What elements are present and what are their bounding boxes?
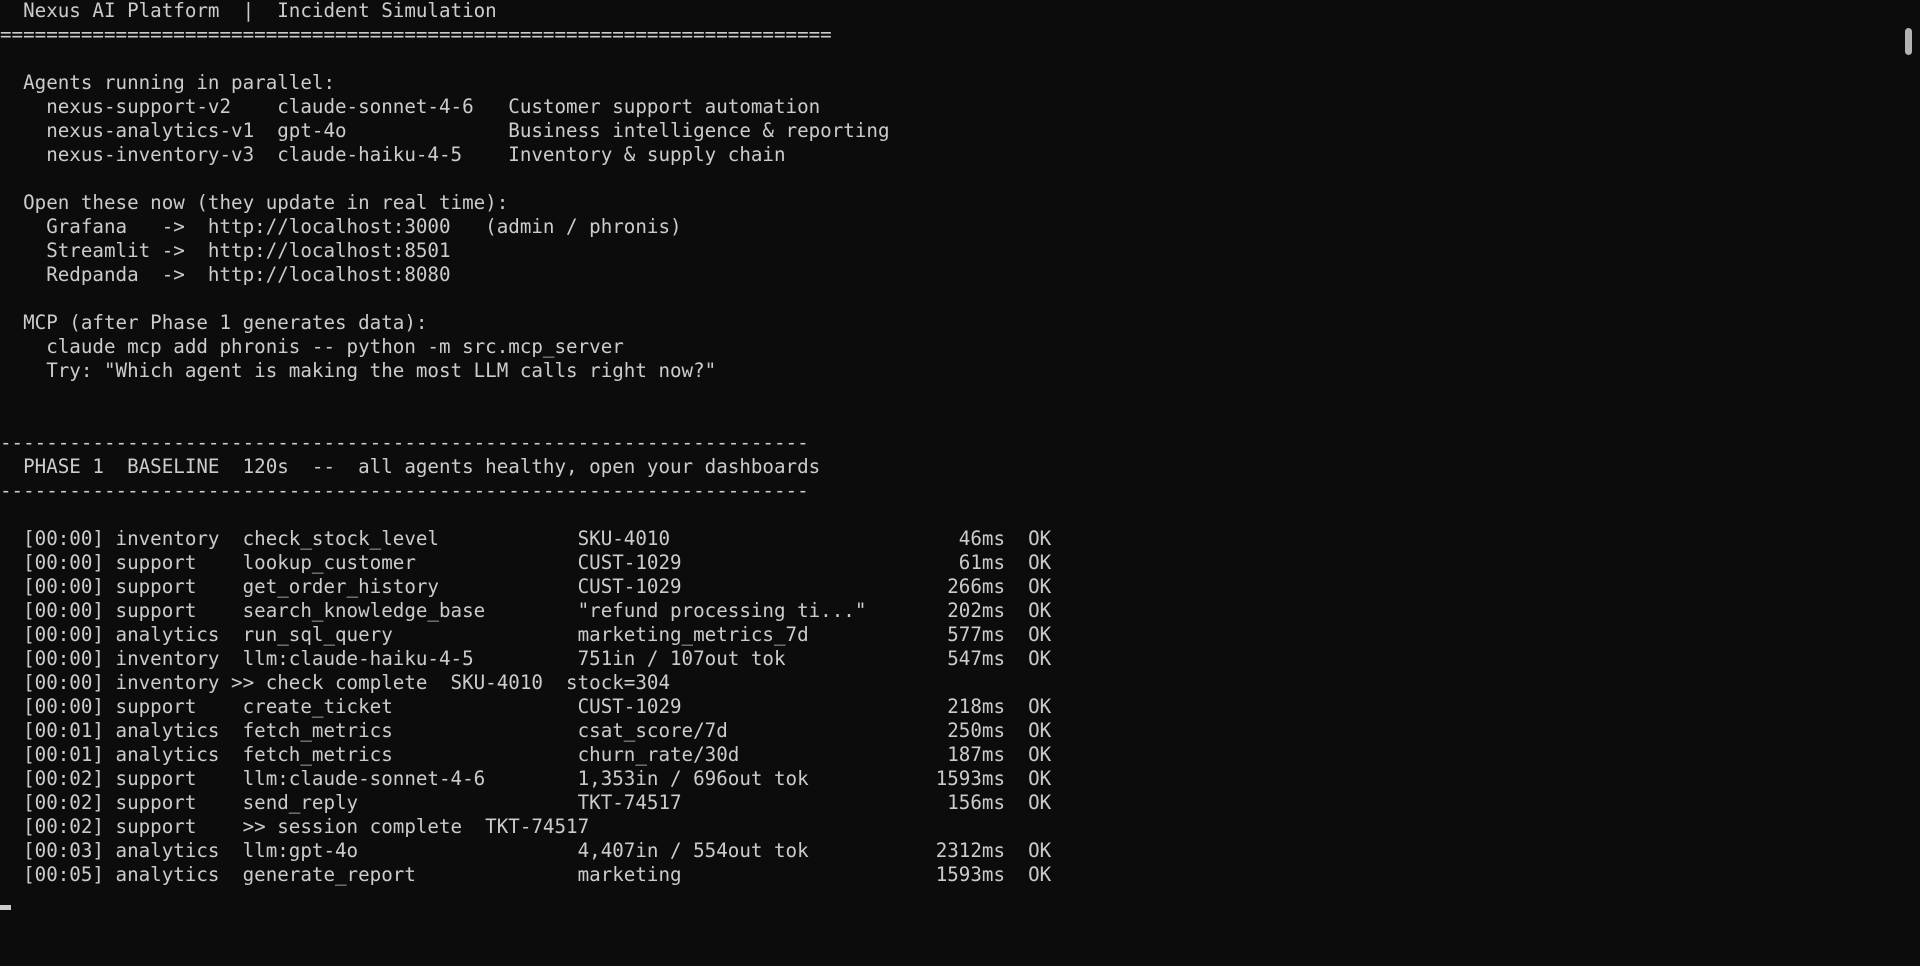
log-line: [00:00] inventory llm:claude-haiku-4-5 7… (0, 647, 1052, 670)
log-line: [00:00] support get_order_history CUST-1… (0, 575, 1052, 598)
log-line: [00:02] support >> session complete TKT-… (0, 815, 590, 838)
terminal-line-redpanda-url: Redpanda -> http://localhost:8080 (0, 263, 451, 286)
log-line: [00:02] support llm:claude-sonnet-4-6 1,… (0, 767, 1052, 790)
terminal-line-agents-heading: Agents running in parallel: (0, 71, 336, 94)
terminal-line-phase-separator: ----------------------------------------… (0, 479, 809, 502)
terminal-line-agent-analytics: nexus-analytics-v1 gpt-4o Business intel… (0, 119, 890, 142)
terminal-line-streamlit-url: Streamlit -> http://localhost:8501 (0, 239, 451, 262)
log-line: [00:00] support lookup_customer CUST-102… (0, 551, 1052, 574)
log-line: [00:02] support send_reply TKT-74517 156… (0, 791, 1052, 814)
text-cursor (0, 905, 11, 910)
terminal-line-phase-title: PHASE 1 BASELINE 120s -- all agents heal… (0, 455, 821, 478)
terminal-line-grafana-url: Grafana -> http://localhost:3000 (admin … (0, 215, 682, 238)
terminal-line-separator: ========================================… (0, 23, 832, 46)
log-line: [00:00] support create_ticket CUST-1029 … (0, 695, 1052, 718)
log-line: [00:00] inventory >> check complete SKU-… (0, 671, 671, 694)
log-line: [00:00] inventory check_stock_level SKU-… (0, 527, 1052, 550)
terminal-line-title: Nexus AI Platform | Incident Simulation (0, 0, 497, 22)
terminal-line-agent-support: nexus-support-v2 claude-sonnet-4-6 Custo… (0, 95, 821, 118)
terminal-line-mcp-heading: MCP (after Phase 1 generates data): (0, 311, 428, 334)
log-line: [00:00] analytics run_sql_query marketin… (0, 623, 1052, 646)
scrollbar-thumb[interactable] (1905, 28, 1912, 55)
vertical-scrollbar[interactable] (1894, 0, 1920, 966)
terminal-line-mcp-try: Try: "Which agent is making the most LLM… (0, 359, 717, 382)
terminal-line-agent-inventory: nexus-inventory-v3 claude-haiku-4-5 Inve… (0, 143, 786, 166)
log-line: [00:00] support search_knowledge_base "r… (0, 599, 1052, 622)
terminal-line-open-heading: Open these now (they update in real time… (0, 191, 509, 214)
terminal-window[interactable]: Nexus AI Platform | Incident Simulation =… (0, 0, 1920, 966)
terminal-output: Nexus AI Platform | Incident Simulation =… (0, 0, 1880, 887)
log-line: [00:03] analytics llm:gpt-4o 4,407in / 5… (0, 839, 1052, 862)
terminal-line-phase-separator: ----------------------------------------… (0, 431, 809, 454)
log-line: [00:01] analytics fetch_metrics csat_sco… (0, 719, 1052, 742)
log-line: [00:05] analytics generate_report market… (0, 863, 1052, 886)
log-line: [00:01] analytics fetch_metrics churn_ra… (0, 743, 1052, 766)
terminal-line-mcp-command: claude mcp add phronis -- python -m src.… (0, 335, 624, 358)
